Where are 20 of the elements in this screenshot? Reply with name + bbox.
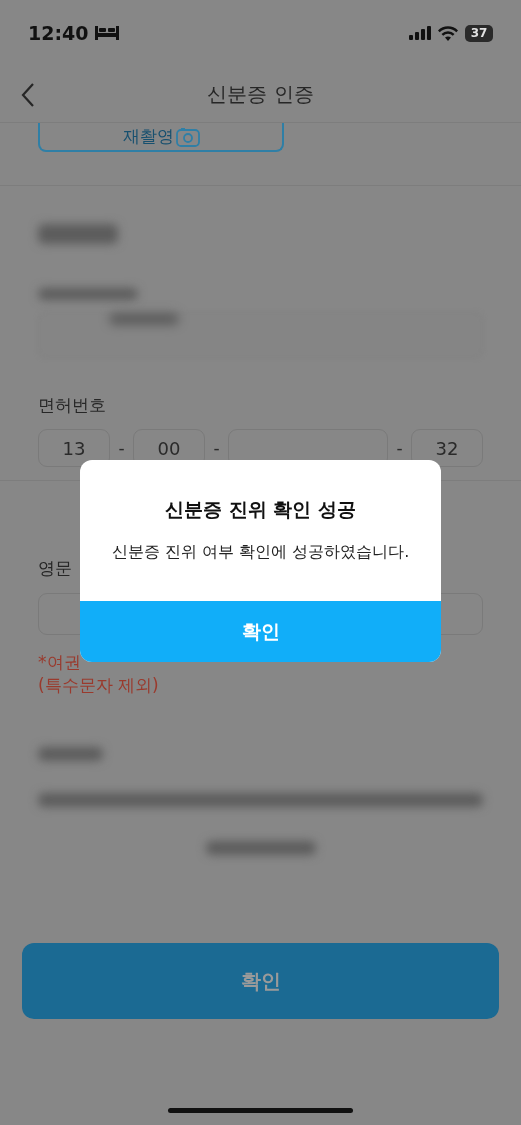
reshoot-button[interactable]: 재촬영 [38,123,284,152]
signal-icon [409,26,431,40]
battery-indicator: 37 [465,24,493,42]
warning-note: (특수문자 제외) [38,674,159,697]
dialog-confirm-button[interactable]: 확인 [80,601,441,662]
wifi-icon [438,25,458,41]
dialog-title: 신분증 진위 확인 성공 [165,497,356,522]
page-title: 신분증 인증 [207,80,314,108]
dash-separator: - [395,438,404,458]
camera-icon [175,126,200,147]
redaction-blur [38,747,103,761]
status-time: 12:40 [28,22,89,44]
english-name-label: 영문 [38,557,72,580]
bed-icon [95,26,120,40]
dash-separator: - [117,438,126,458]
dash-separator: - [212,438,221,458]
back-icon[interactable] [20,82,36,108]
warning-note: *여권 [38,651,81,674]
license-number-label: 면허번호 [38,394,106,417]
dialog-message: 신분증 진위 여부 확인에 성공하였습니다. [111,542,410,563]
